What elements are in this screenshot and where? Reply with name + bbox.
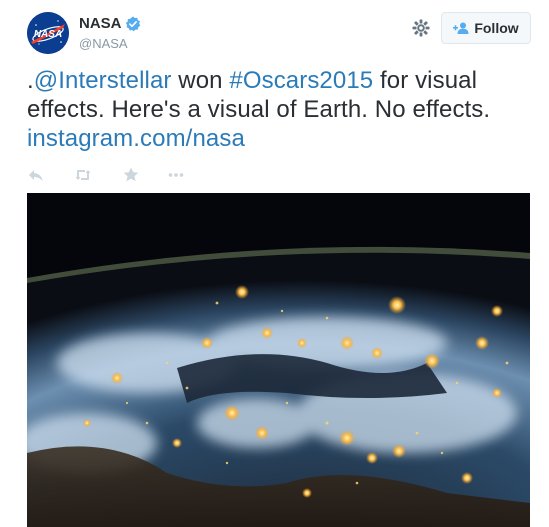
tweet-header: NASA NASA @NASA Follow — [27, 12, 532, 58]
avatar-logo-text: NASA — [34, 29, 62, 40]
tweet-text-part: won — [171, 67, 230, 94]
tweet-photo[interactable] — [27, 193, 530, 527]
user-handle[interactable]: @NASA — [79, 36, 141, 51]
mention-link[interactable]: @Interstellar — [34, 67, 172, 94]
earth-at-night-image — [27, 193, 530, 527]
retweet-icon[interactable] — [74, 166, 92, 184]
favorite-star-icon[interactable] — [122, 166, 140, 184]
follow-button-label: Follow — [474, 20, 519, 36]
reply-icon[interactable] — [27, 166, 45, 184]
avatar[interactable]: NASA — [27, 12, 69, 54]
follow-person-icon — [453, 22, 469, 34]
user-fullname[interactable]: NASA — [79, 15, 122, 32]
gear-icon[interactable] — [411, 18, 431, 38]
instagram-link[interactable]: instagram.com/nasa — [27, 125, 245, 152]
user-names: NASA @NASA — [79, 15, 141, 51]
tweet-prefix: . — [27, 67, 34, 94]
tweet-text: .@Interstellar won #Oscars2015 for visua… — [27, 66, 537, 153]
verified-badge-icon — [125, 16, 140, 32]
nasa-meatball-logo: NASA — [27, 12, 69, 54]
more-icon[interactable] — [167, 166, 185, 184]
hashtag-link[interactable]: #Oscars2015 — [229, 67, 373, 94]
follow-button[interactable]: Follow — [441, 12, 531, 44]
